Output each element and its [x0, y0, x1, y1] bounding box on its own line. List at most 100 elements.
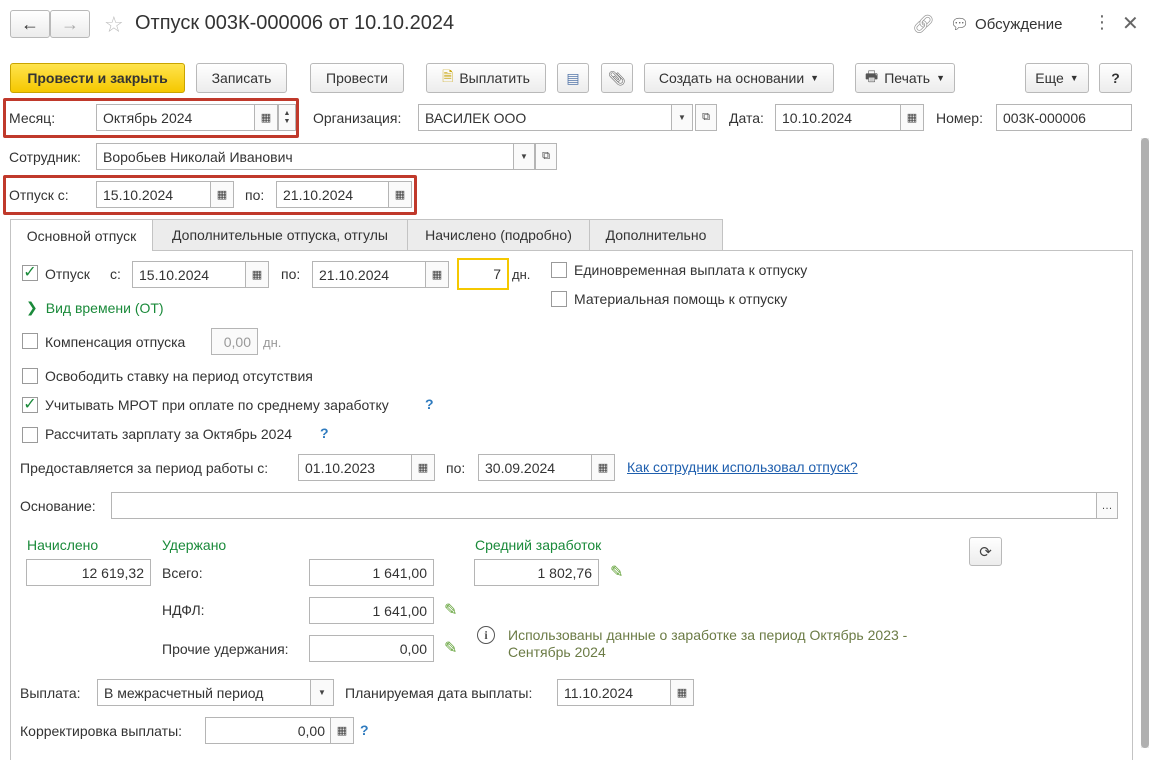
time-kind-label: Вид времени (ОТ) [45, 299, 164, 316]
create-based-on-button[interactable]: Создать на основании ▼ [644, 63, 834, 93]
organization-open-button[interactable]: ⧉ [695, 104, 717, 131]
help-button[interactable]: ? [1099, 63, 1132, 93]
close-icon[interactable]: ✕ [1122, 11, 1139, 36]
vacation-end-field[interactable]: 21.10.2024 [312, 261, 427, 288]
date-calendar-button[interactable]: ▦ [900, 104, 924, 131]
period-from-field[interactable]: 01.10.2023 [298, 454, 413, 481]
release-rate-label: Освободить ставку на период отсутствия [45, 368, 313, 384]
link-icon[interactable]: 🔗︎ [912, 14, 935, 35]
dropdown-arrow-icon: ▼ [520, 152, 528, 161]
organization-dropdown-button[interactable]: ▼ [671, 104, 693, 131]
ellipsis-icon: … [1101, 499, 1113, 512]
organization-label: Организация: [313, 110, 402, 126]
calc-salary-checkbox[interactable] [22, 427, 38, 443]
period-to-calendar-button[interactable]: ▦ [591, 454, 615, 481]
payment-label: Выплата: [20, 685, 81, 701]
period-to-label: по: [446, 460, 466, 476]
tab-additional[interactable]: Дополнительно [589, 219, 723, 250]
compensation-days-field: 0,00 [211, 328, 258, 355]
tab-main-vacation[interactable]: Основной отпуск [10, 219, 153, 251]
accrued-header: Начислено [27, 537, 99, 553]
accrued-field[interactable]: 12 619,32 [26, 559, 151, 586]
post-button[interactable]: Провести [310, 63, 404, 93]
checkmark-icon: ✓ [23, 396, 37, 413]
document-icon: 🗎 [442, 68, 454, 84]
correction-label: Корректировка выплаты: [20, 723, 183, 739]
refresh-button[interactable]: ⟳ [969, 537, 1002, 566]
back-button[interactable]: ← [10, 10, 50, 38]
basis-field[interactable] [111, 492, 1098, 519]
number-field[interactable]: 003К-000006 [996, 104, 1132, 131]
correction-help-icon[interactable]: ? [360, 722, 369, 738]
ndfl-field[interactable]: 1 641,00 [309, 597, 434, 624]
tab-accrued-detailed[interactable]: Начислено (подробно) [407, 219, 590, 250]
info-icon: i [477, 626, 495, 644]
compensation-label: Компенсация отпуска [45, 334, 186, 350]
employee-field[interactable]: Воробьев Николай Иванович [96, 143, 516, 170]
total-withheld-label: Всего: [162, 565, 203, 581]
payment-type-dropdown-button[interactable]: ▼ [310, 679, 334, 706]
other-withholdings-label: Прочие удержания: [162, 641, 289, 657]
days-unit: дн. [512, 267, 531, 282]
post-and-close-button[interactable]: Провести и закрыть [10, 63, 185, 93]
material-help-checkbox[interactable] [551, 291, 567, 307]
payment-type-field[interactable]: В межрасчетный период [97, 679, 312, 706]
number-label: Номер: [936, 110, 983, 126]
save-button[interactable]: Записать [196, 63, 287, 93]
vacation-start-field[interactable]: 15.10.2024 [132, 261, 247, 288]
calendar-icon: ▦ [676, 687, 688, 699]
attach-button[interactable]: 📎︎ [601, 63, 633, 93]
forward-button[interactable]: → [50, 10, 90, 38]
report-button[interactable]: ▤ [557, 63, 589, 93]
compensation-checkbox[interactable] [22, 333, 38, 349]
from-label: с: [110, 266, 121, 282]
tab-additional-vacations[interactable]: Дополнительные отпуска, отгулы [152, 219, 408, 250]
vacation-checkbox[interactable]: ✓ [22, 265, 38, 281]
month-highlight [3, 98, 299, 138]
discussion-button[interactable]: 💬︎ Обсуждение [950, 15, 1063, 34]
mrot-help-icon[interactable]: ? [425, 396, 434, 412]
planned-date-label: Планируемая дата выплаты: [345, 685, 533, 701]
scrollbar-thumb[interactable] [1141, 138, 1149, 748]
correction-calculator-button[interactable]: ▦ [330, 717, 354, 744]
pay-button[interactable]: 🗎 Выплатить [426, 63, 546, 93]
employee-open-button[interactable]: ⧉ [535, 143, 557, 170]
paperclip-icon: 📎︎ [608, 69, 626, 86]
mrot-checkbox[interactable]: ✓ [22, 397, 38, 413]
days-field[interactable]: 7 [457, 258, 509, 290]
more-button[interactable]: Еще ▼ [1025, 63, 1089, 93]
date-field[interactable]: 10.10.2024 [775, 104, 902, 131]
employee-label: Сотрудник: [9, 149, 81, 165]
calc-salary-help-icon[interactable]: ? [320, 425, 329, 441]
release-rate-checkbox[interactable] [22, 368, 38, 384]
planned-date-field[interactable]: 11.10.2024 [557, 679, 672, 706]
organization-field[interactable]: ВАСИЛЕК ООО [418, 104, 673, 131]
planned-date-calendar-button[interactable]: ▦ [670, 679, 694, 706]
total-withheld-field[interactable]: 1 641,00 [309, 559, 434, 586]
basis-select-button[interactable]: … [1096, 492, 1118, 519]
average-earnings-field[interactable]: 1 802,76 [474, 559, 599, 586]
basis-label: Основание: [20, 498, 96, 514]
print-button[interactable]: 🖶 Печать ▼ [855, 63, 955, 93]
discussion-label: Обсуждение [975, 15, 1063, 33]
lump-sum-checkbox[interactable] [551, 262, 567, 278]
dropdown-arrow-icon: ▼ [1069, 73, 1079, 83]
ndfl-edit-pencil-icon[interactable]: ✎ [444, 600, 457, 620]
correction-field[interactable]: 0,00 [205, 717, 332, 744]
other-edit-pencil-icon[interactable]: ✎ [444, 638, 457, 658]
date-label: Дата: [729, 110, 764, 126]
vacation-start-calendar-button[interactable]: ▦ [245, 261, 269, 288]
time-kind-toggle[interactable]: ❯ Вид времени (ОТ) [26, 299, 164, 316]
period-from-calendar-button[interactable]: ▦ [411, 454, 435, 481]
employee-dropdown-button[interactable]: ▼ [513, 143, 535, 170]
calendar-icon: ▦ [431, 269, 443, 281]
average-edit-pencil-icon[interactable]: ✎ [610, 562, 623, 582]
favorite-star-icon[interactable]: ☆ [104, 12, 124, 38]
other-withholdings-field[interactable]: 0,00 [309, 635, 434, 662]
vacation-end-calendar-button[interactable]: ▦ [425, 261, 449, 288]
period-to-field[interactable]: 30.09.2024 [478, 454, 593, 481]
vacation-usage-link[interactable]: Как сотрудник использовал отпуск? [627, 459, 858, 475]
material-help-label: Материальная помощь к отпуску [574, 291, 788, 307]
refresh-icon: ⟳ [979, 543, 992, 561]
more-vertical-icon[interactable]: ⋮ [1093, 12, 1111, 33]
